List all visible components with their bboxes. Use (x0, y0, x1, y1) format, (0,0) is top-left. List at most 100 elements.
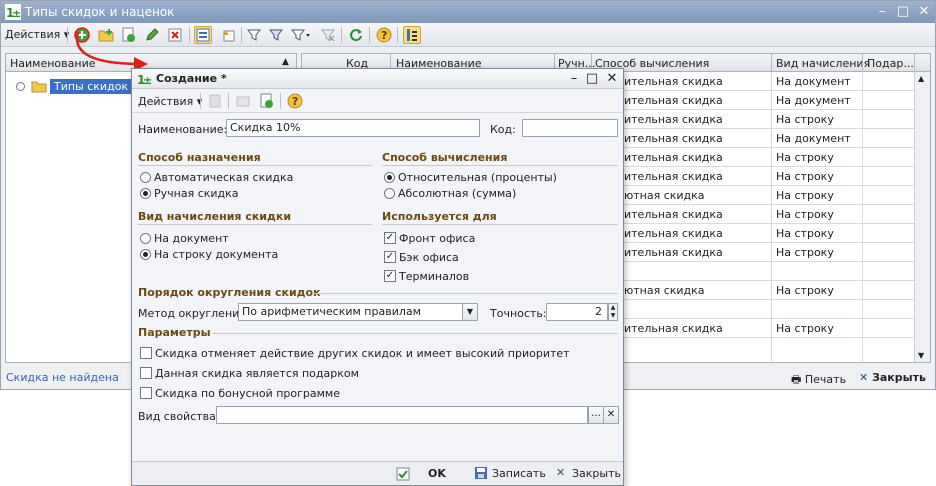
rounding-method-select[interactable]: По арифметическим правилам (238, 303, 476, 321)
grid-header-accrual[interactable]: Вид начисления (776, 57, 870, 70)
filter-quick-icon[interactable] (267, 26, 285, 44)
dialog-close-button[interactable]: Закрыть (572, 467, 621, 480)
code-input[interactable] (522, 119, 618, 137)
dialog-actions-menu[interactable]: Действия ▾ (138, 95, 202, 108)
printer-icon: 🖶 (791, 373, 802, 386)
properties-icon[interactable] (234, 92, 252, 110)
help-icon[interactable]: ? (286, 92, 304, 110)
accrual-document-radio[interactable] (140, 233, 151, 244)
minimize-icon[interactable]: – (566, 71, 582, 86)
bonus-label[interactable]: Скидка по бонусной программе (155, 387, 340, 400)
folder-icon (31, 81, 47, 92)
grid-scrollbar[interactable]: ▲ ▼ (914, 72, 930, 362)
help-icon[interactable]: ? (375, 26, 393, 44)
add-folder-icon[interactable] (97, 26, 115, 44)
usedfor-section-title: Используется для (382, 210, 497, 223)
back-office-checkbox[interactable]: ✓ (384, 251, 396, 263)
rounding-method-label: Метод округления: (138, 307, 250, 320)
tree-expander-icon[interactable] (16, 81, 25, 91)
calc-relative-radio[interactable] (384, 172, 395, 183)
accrual-line-radio[interactable] (140, 249, 151, 260)
section-divider (212, 333, 618, 334)
bonus-checkbox[interactable] (140, 387, 152, 399)
back-office-label[interactable]: Бэк офиса (399, 251, 459, 264)
calc-absolute-radio[interactable] (384, 188, 395, 199)
front-office-label[interactable]: Фронт офиса (399, 232, 475, 245)
toolbar-separator (228, 93, 229, 109)
edit-icon[interactable] (143, 26, 161, 44)
high-priority-label[interactable]: Скидка отменяет действие других скидок и… (155, 347, 570, 360)
cell-accrual-type: На строку (776, 227, 834, 240)
svg-text:?: ? (381, 29, 387, 42)
high-priority-checkbox[interactable] (140, 347, 152, 359)
cell-calc-method: ютная скидка (624, 284, 705, 297)
hierarchy-view-icon[interactable] (194, 26, 212, 44)
cell-calc-method: ютная скидка (624, 189, 705, 202)
structure-icon[interactable] (403, 26, 421, 44)
grid-column-separator (771, 54, 772, 72)
name-input[interactable]: Скидка 10% (226, 119, 480, 137)
assign-auto-radio[interactable] (140, 172, 151, 183)
scroll-down-icon[interactable]: ▼ (918, 351, 924, 360)
grid-column-separator (914, 54, 915, 72)
app-logo-icon: 1 ± (137, 73, 152, 87)
cell-calc-method: ительная скидка (624, 151, 723, 164)
copy-icon[interactable] (120, 26, 138, 44)
ok-button[interactable]: OK (428, 467, 446, 480)
maximize-icon[interactable]: □ (894, 4, 912, 20)
actions-menu[interactable]: Действия ▾ (5, 28, 69, 41)
level-up-icon[interactable] (219, 26, 237, 44)
filter-icon[interactable] (245, 26, 263, 44)
grid-header-gift[interactable]: Подар... (867, 57, 914, 70)
dropdown-arrow-icon[interactable]: ▼ (462, 303, 478, 321)
save-button[interactable]: Записать (492, 467, 546, 480)
print-button[interactable]: 🖶 Печать (791, 371, 846, 390)
toolbar-separator (397, 27, 398, 43)
scroll-up-icon[interactable]: ▲ (918, 74, 924, 83)
post-icon[interactable] (206, 92, 224, 110)
assign-manual-radio[interactable] (140, 188, 151, 199)
minimize-icon[interactable]: – (873, 4, 891, 20)
save-icon (474, 466, 488, 483)
maximize-icon[interactable]: □ (584, 71, 600, 86)
filter-dropdown-icon[interactable] (289, 26, 313, 44)
gift-label[interactable]: Данная скидка является подарком (155, 367, 359, 380)
svg-text:±: ± (143, 74, 152, 87)
terminals-label[interactable]: Терминалов (399, 270, 469, 283)
dialog-footer: OK Записать ✕ Закрыть (132, 461, 623, 485)
precision-spinner-icon[interactable]: ▲ ▼ (608, 303, 618, 321)
toolbar-separator (241, 27, 242, 43)
accrual-document-label[interactable]: На документ (154, 232, 229, 245)
cell-calc-method: ительная скидка (624, 246, 723, 259)
name-label: Наименование: (138, 123, 228, 136)
precision-input[interactable]: 2 (546, 303, 608, 321)
close-icon[interactable]: ✕ (604, 71, 620, 86)
accrual-line-label[interactable]: На строку документа (154, 248, 278, 261)
toolbar-separator (280, 93, 281, 109)
select-ellipsis-icon[interactable]: … (588, 406, 604, 424)
copy-icon[interactable] (258, 92, 276, 110)
clear-filter-icon[interactable] (319, 26, 337, 44)
assign-auto-label[interactable]: Автоматическая скидка (154, 171, 293, 184)
property-type-input[interactable] (216, 406, 588, 424)
app-logo-icon: 1 ± (5, 4, 21, 20)
add-icon[interactable] (73, 26, 91, 44)
assign-manual-label[interactable]: Ручная скидка (154, 187, 239, 200)
calc-absolute-label[interactable]: Абсолютная (сумма) (398, 187, 516, 200)
cell-accrual-type: На строку (776, 208, 834, 221)
terminals-checkbox[interactable]: ✓ (384, 270, 396, 282)
cell-accrual-type: На документ (776, 94, 851, 107)
cell-accrual-type: На строку (776, 170, 834, 183)
front-office-checkbox[interactable]: ✓ (384, 232, 396, 244)
refresh-icon[interactable] (347, 26, 365, 44)
delete-icon[interactable] (166, 26, 184, 44)
cell-accrual-type: На строку (776, 246, 834, 259)
calc-section-title: Способ вычисления (382, 151, 508, 164)
section-divider (382, 165, 618, 166)
clear-field-icon[interactable]: ✕ (603, 406, 619, 424)
gift-checkbox[interactable] (140, 367, 152, 379)
toolbar-separator (341, 27, 342, 43)
calc-relative-label[interactable]: Относительная (проценты) (398, 171, 557, 184)
main-close-button[interactable]: ✕ Закрыть (859, 371, 926, 384)
close-icon[interactable]: ✕ (915, 4, 933, 20)
